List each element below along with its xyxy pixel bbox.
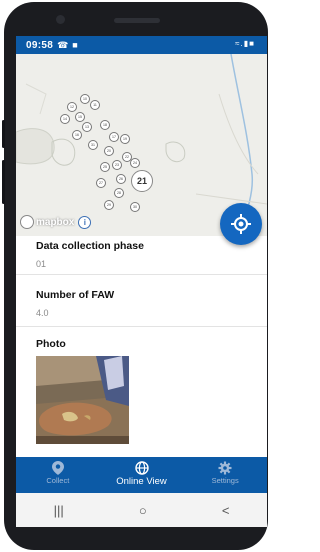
map-marker[interactable]: 20 — [104, 146, 114, 156]
info-icon[interactable]: i — [78, 215, 92, 229]
nav-collect[interactable]: Collect — [16, 457, 100, 493]
status-bar: 09:58 ☎ ■ ≈.▮■ — [16, 36, 267, 54]
map-marker[interactable]: 30 — [130, 202, 140, 212]
photo-image — [36, 356, 129, 444]
whatsapp-icon: ☎ — [57, 39, 69, 50]
locate-me-button[interactable] — [220, 203, 262, 245]
power-button — [2, 160, 5, 204]
gear-icon — [218, 461, 232, 475]
mapbox-logo-text: mapbox — [36, 216, 75, 228]
volume-button — [2, 120, 5, 148]
map-marker[interactable]: 25 — [100, 162, 110, 172]
nav-collect-label: Collect — [46, 476, 70, 485]
map-marker[interactable]: 13 — [82, 122, 92, 132]
nav-settings-label: Settings — [211, 476, 239, 485]
back-button[interactable]: < — [222, 503, 230, 518]
map-marker[interactable]: 15 — [75, 112, 85, 122]
crosshair-icon — [231, 214, 251, 234]
photo-thumbnail[interactable] — [36, 356, 129, 444]
map-marker[interactable]: 11 — [90, 100, 100, 110]
field-value: 4.0 — [36, 308, 49, 318]
map-marker[interactable]: 27 — [96, 178, 106, 188]
map-marker[interactable]: 31 — [88, 140, 98, 150]
map-marker[interactable]: 10 — [80, 94, 90, 104]
field-label: Data collection phase — [36, 240, 144, 252]
field-number-of-faw: Number of FAW 4.0 — [16, 274, 267, 327]
map-cluster-marker[interactable]: 21 — [131, 170, 153, 192]
recents-button[interactable]: ||| — [54, 503, 64, 518]
globe-icon — [134, 461, 149, 475]
screen: 09:58 ☎ ■ ≈.▮■ 10 12 11 15 14 13 16 18 17 19 20 22 2… — [16, 36, 267, 527]
map-marker[interactable]: 26 — [116, 174, 126, 184]
nav-settings[interactable]: Settings — [183, 457, 267, 493]
map-marker[interactable]: 23 — [112, 160, 122, 170]
mapbox-attribution[interactable]: mapbox i — [20, 215, 92, 229]
system-navigation-bar: ||| ○ < — [16, 493, 267, 527]
phone-top-bezel — [4, 2, 268, 36]
front-camera — [56, 15, 65, 24]
map-cluster-count: 21 — [136, 176, 147, 186]
map-marker[interactable]: 29 — [104, 200, 114, 210]
location-pin-icon — [51, 461, 64, 475]
earpiece-speaker — [114, 18, 160, 23]
status-time: 09:58 — [26, 39, 54, 51]
map-marker[interactable]: 24 — [130, 158, 140, 168]
home-button[interactable]: ○ — [139, 503, 147, 518]
nav-online-view[interactable]: Online View — [100, 457, 184, 493]
map-marker[interactable]: 28 — [114, 188, 124, 198]
map-marker[interactable]: 19 — [120, 134, 130, 144]
bottom-navigation: Collect Online View Settings — [16, 457, 267, 493]
map-marker[interactable]: 18 — [100, 120, 110, 130]
map-marker[interactable]: 17 — [109, 132, 119, 142]
field-label: Photo — [36, 338, 66, 350]
mapbox-logo-icon — [20, 215, 34, 229]
map-marker[interactable]: 12 — [67, 102, 77, 112]
wifi-signal-battery-icons: ≈.▮■ — [235, 39, 255, 48]
map-marker[interactable]: 14 — [60, 114, 70, 124]
field-value: 01 — [36, 259, 47, 269]
notification-icon: ■ — [72, 40, 78, 50]
nav-online-view-label: Online View — [116, 476, 167, 487]
map-marker[interactable]: 16 — [72, 130, 82, 140]
record-details: Data collection phase 01 Number of FAW 4… — [16, 236, 267, 492]
field-label: Number of FAW — [36, 289, 115, 301]
